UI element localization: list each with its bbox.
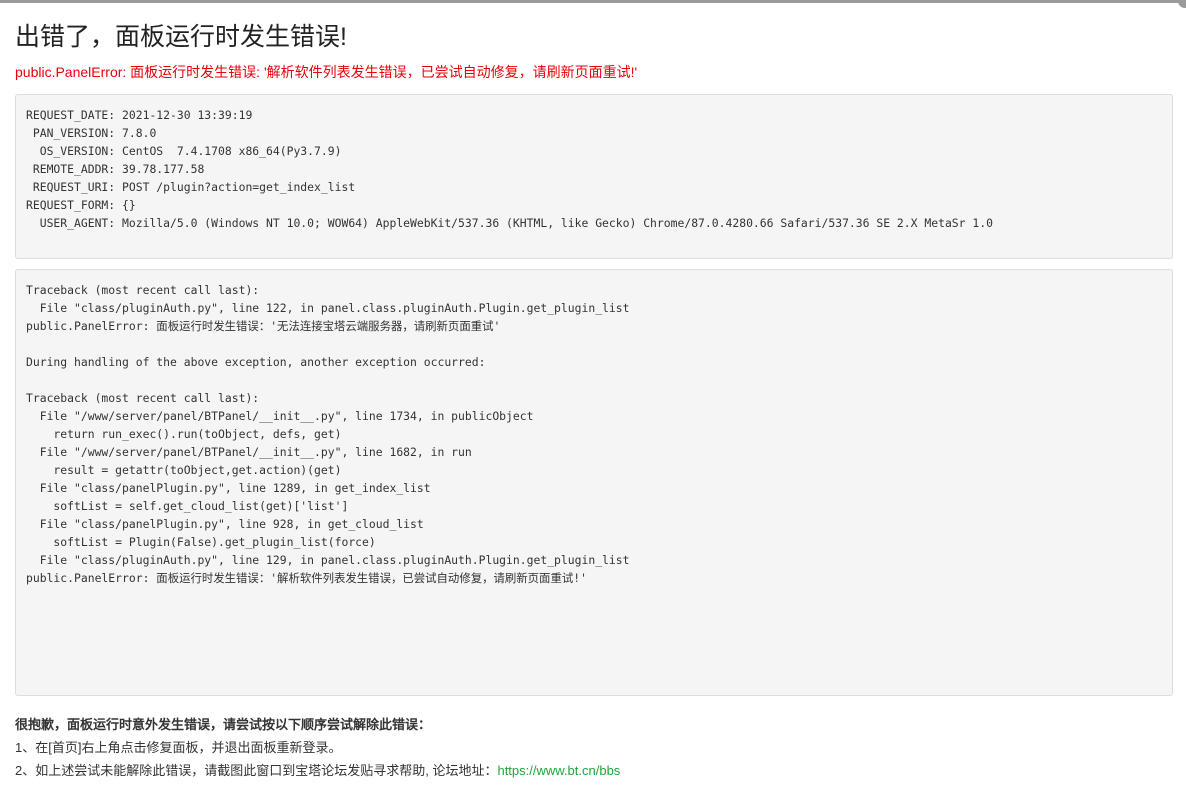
traceback-line: File "/www/server/panel/BTPanel/__init__… [26,409,534,423]
help-step-1: 1、在[首页]右上角点击修复面板，并退出面板重新登录。 [15,740,342,755]
request-date-line: REQUEST_DATE: 2021-12-30 13:39:19 [26,108,253,122]
request-info-box: REQUEST_DATE: 2021-12-30 13:39:19 PAN_VE… [15,94,1173,259]
top-border [0,0,1186,3]
traceback-line [26,371,1162,389]
traceback-line: File "class/panelPlugin.py", line 1289, … [26,481,431,495]
traceback-line: public.PanelError: 面板运行时发生错误：'无法连接宝塔云端服务… [26,319,501,333]
request-uri-line: REQUEST_URI: POST /plugin?action=get_ind… [26,180,356,194]
help-title: 很抱歉，面板运行时意外发生错误，请尝试按以下顺序尝试解除此错误： [15,717,432,732]
help-step-2-text: 2、如上述尝试未能解除此错误，请截图此窗口到宝塔论坛发贴寻求帮助, 论坛地址： [15,763,498,778]
traceback-line: softList = self.get_cloud_list(get)['lis… [26,499,349,513]
remote-addr-line: REMOTE_ADDR: 39.78.177.58 [26,162,205,176]
traceback-line: File "class/pluginAuth.py", line 129, in… [26,553,630,567]
user-agent-line: USER_AGENT: Mozilla/5.0 (Windows NT 10.0… [26,216,993,230]
traceback-line: Traceback (most recent call last): [26,283,260,297]
traceback-line: File "class/panelPlugin.py", line 928, i… [26,517,424,531]
traceback-line: File "/www/server/panel/BTPanel/__init__… [26,445,472,459]
traceback-line: softList = Plugin(False).get_plugin_list… [26,535,376,549]
forum-link[interactable]: https://www.bt.cn/bbs [497,763,620,778]
traceback-box: Traceback (most recent call last): File … [15,269,1173,696]
traceback-line [26,335,1162,353]
traceback-line: return run_exec().run(toObject, defs, ge… [26,427,342,441]
traceback-line: public.PanelError: 面板运行时发生错误：'解析软件列表发生错误… [26,571,587,585]
page-title: 出错了，面板运行时发生错误! [15,23,347,51]
request-form-line: REQUEST_FORM: {} [26,198,136,212]
help-step-2: 2、如上述尝试未能解除此错误，请截图此窗口到宝塔论坛发贴寻求帮助, 论坛地址：h… [15,759,620,782]
traceback-line: Traceback (most recent call last): [26,391,260,405]
pan-version-line: PAN_VERSION: 7.8.0 [26,126,157,140]
os-version-line: OS_VERSION: CentOS 7.4.1708 x86_64(Py3.7… [26,144,342,158]
corner-indicator [1178,0,1186,8]
help-section: 很抱歉，面板运行时意外发生错误，请尝试按以下顺序尝试解除此错误： 1、在[首页]… [15,713,620,782]
traceback-line: result = getattr(toObject,get.action)(ge… [26,463,342,477]
error-message: public.PanelError: 面板运行时发生错误: '解析软件列表发生错… [15,64,638,80]
traceback-line: During handling of the above exception, … [26,355,486,369]
traceback-line: File "class/pluginAuth.py", line 122, in… [26,301,630,315]
